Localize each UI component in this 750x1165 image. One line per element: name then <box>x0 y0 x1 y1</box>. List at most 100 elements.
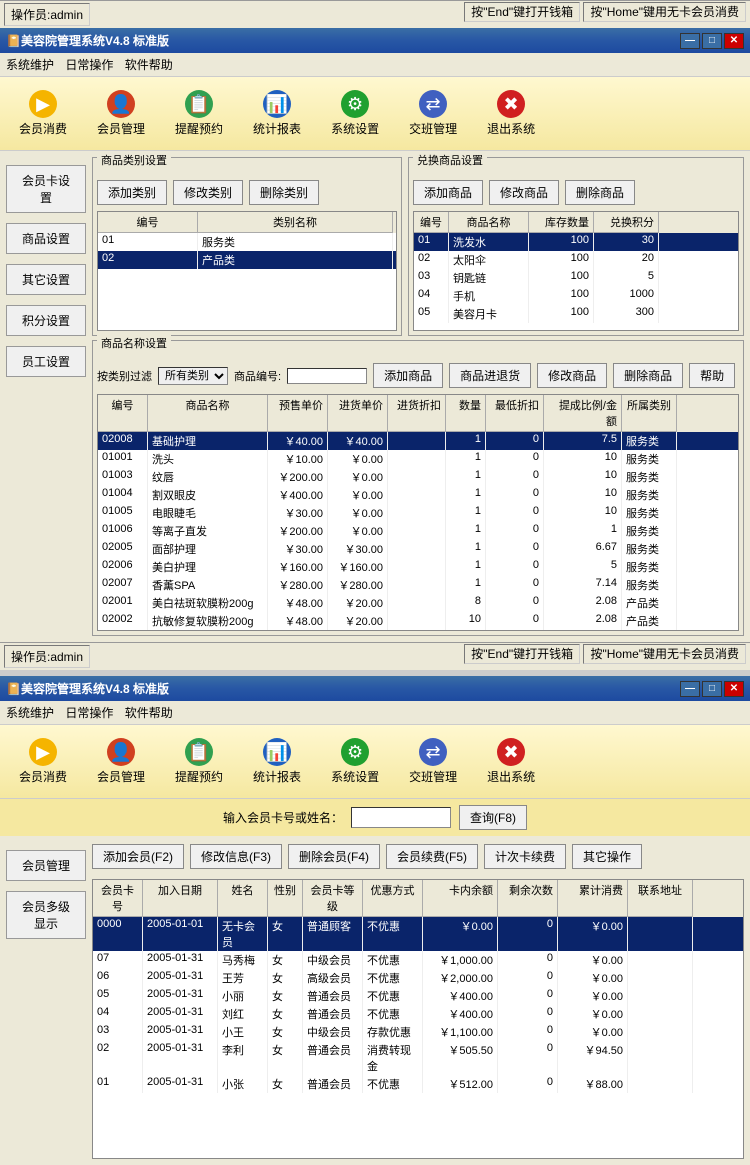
action-计次卡续费[interactable]: 计次卡续费 <box>484 844 566 869</box>
toolbar-提醒预约[interactable]: 📋提醒预约 <box>166 85 232 142</box>
col-header[interactable]: 会员卡号 <box>93 880 143 917</box>
delete-exchange-button[interactable]: 删除商品 <box>565 180 635 205</box>
table-row[interactable]: 02太阳伞10020 <box>414 251 738 269</box>
table-row[interactable]: 072005-01-31马秀梅女中级会员不优惠￥1,000.000￥0.00 <box>93 951 743 969</box>
side-商品设置[interactable]: 商品设置 <box>6 223 86 254</box>
table-row[interactable]: 032005-01-31小王女中级会员存款优惠￥1,100.000￥0.00 <box>93 1023 743 1041</box>
exchange-grid[interactable]: 编号商品名称库存数量兑换积分01洗发水1003002太阳伞1002003钥匙链1… <box>413 211 739 331</box>
action-添加会员(F2)[interactable]: 添加会员(F2) <box>92 844 184 869</box>
col-header[interactable]: 剩余次数 <box>498 880 558 917</box>
toolbar-退出系统[interactable]: ✖退出系统 <box>478 85 544 142</box>
delete-category-button[interactable]: 删除类别 <box>249 180 319 205</box>
col-header[interactable]: 性别 <box>268 880 303 917</box>
col-header[interactable]: 兑换积分 <box>594 212 659 233</box>
close-button-2[interactable]: ✕ <box>724 681 744 697</box>
table-row[interactable]: 02007香薰SPA￥280.00￥280.00107.14服务类 <box>98 576 738 594</box>
toolbar-会员消费[interactable]: ▶会员消费 <box>10 85 76 142</box>
side-积分设置[interactable]: 积分设置 <box>6 305 86 336</box>
toolbar-会员管理[interactable]: 👤会员管理 <box>88 733 154 790</box>
table-row[interactable]: 01洗发水10030 <box>414 233 738 251</box>
table-row[interactable]: 02008基础护理￥40.00￥40.00107.5服务类 <box>98 432 738 450</box>
menu-daily-2[interactable]: 日常操作 <box>65 704 113 721</box>
edit-category-button[interactable]: 修改类别 <box>173 180 243 205</box>
col-header[interactable]: 优惠方式 <box>363 880 423 917</box>
table-row[interactable]: 01006等离子直发￥200.00￥0.00101服务类 <box>98 522 738 540</box>
toolbar-会员消费[interactable]: ▶会员消费 <box>10 733 76 790</box>
action-修改信息(F3)[interactable]: 修改信息(F3) <box>190 844 282 869</box>
add-exchange-button[interactable]: 添加商品 <box>413 180 483 205</box>
table-row[interactable]: 05美容月卡100300 <box>414 305 738 323</box>
query-button[interactable]: 查询(F8) <box>459 805 527 830</box>
toolbar-统计报表[interactable]: 📊统计报表 <box>244 733 310 790</box>
table-row[interactable]: 02产品类 <box>98 251 396 269</box>
side-会员卡设置[interactable]: 会员卡设置 <box>6 165 86 213</box>
col-header[interactable]: 姓名 <box>218 880 268 917</box>
action-删除会员(F4)[interactable]: 删除会员(F4) <box>288 844 380 869</box>
toolbar-交班管理[interactable]: ⇄交班管理 <box>400 85 466 142</box>
help-button[interactable]: 帮助 <box>689 363 735 388</box>
action-会员续费(F5)[interactable]: 会员续费(F5) <box>386 844 478 869</box>
col-header[interactable]: 会员卡等级 <box>303 880 363 917</box>
add-product-button[interactable]: 添加商品 <box>373 363 443 388</box>
side-其它设置[interactable]: 其它设置 <box>6 264 86 295</box>
col-header[interactable]: 联系地址 <box>628 880 693 917</box>
table-row[interactable]: 01001洗头￥10.00￥0.001010服务类 <box>98 450 738 468</box>
col-header[interactable]: 进货折扣 <box>388 395 446 432</box>
action-其它操作[interactable]: 其它操作 <box>572 844 642 869</box>
table-row[interactable]: 02001美白祛斑软膜粉200g￥48.00￥20.00802.08产品类 <box>98 594 738 612</box>
table-row[interactable]: 02005面部护理￥30.00￥30.00106.67服务类 <box>98 540 738 558</box>
toolbar-提醒预约[interactable]: 📋提醒预约 <box>166 733 232 790</box>
category-grid[interactable]: 编号类别名称01服务类02产品类 <box>97 211 397 331</box>
col-header[interactable]: 数量 <box>446 395 486 432</box>
menu-system[interactable]: 系统维护 <box>6 56 54 73</box>
col-header[interactable]: 预售单价 <box>268 395 328 432</box>
side-员工设置[interactable]: 员工设置 <box>6 346 86 377</box>
table-row[interactable]: 062005-01-31王芳女高级会员不优惠￥2,000.000￥0.00 <box>93 969 743 987</box>
category-filter-select[interactable]: 所有类别 <box>158 367 228 385</box>
table-row[interactable]: 042005-01-31刘红女普通会员不优惠￥400.000￥0.00 <box>93 1005 743 1023</box>
delete-product-button[interactable]: 删除商品 <box>613 363 683 388</box>
product-grid[interactable]: 编号商品名称预售单价进货单价进货折扣数量最低折扣提成比例/金额所属类别02008… <box>97 394 739 631</box>
member-grid[interactable]: 会员卡号加入日期姓名性别会员卡等级优惠方式卡内余额剩余次数累计消费联系地址000… <box>92 879 744 1159</box>
col-header[interactable]: 商品名称 <box>449 212 529 233</box>
close-button[interactable]: ✕ <box>724 33 744 49</box>
product-stock-button[interactable]: 商品进退货 <box>449 363 531 388</box>
toolbar-退出系统[interactable]: ✖退出系统 <box>478 733 544 790</box>
member-search-input[interactable] <box>351 807 451 828</box>
toolbar-系统设置[interactable]: ⚙系统设置 <box>322 85 388 142</box>
edit-exchange-button[interactable]: 修改商品 <box>489 180 559 205</box>
table-row[interactable]: 02002抗敏修复软膜粉200g￥48.00￥20.001002.08产品类 <box>98 612 738 630</box>
minimize-button-2[interactable]: — <box>680 681 700 697</box>
table-row[interactable]: 04手机1001000 <box>414 287 738 305</box>
col-header[interactable]: 加入日期 <box>143 880 218 917</box>
toolbar-统计报表[interactable]: 📊统计报表 <box>244 85 310 142</box>
col-header[interactable]: 最低折扣 <box>486 395 544 432</box>
col-header[interactable]: 编号 <box>414 212 449 233</box>
toolbar-会员管理[interactable]: 👤会员管理 <box>88 85 154 142</box>
table-row[interactable]: 052005-01-31小丽女普通会员不优惠￥400.000￥0.00 <box>93 987 743 1005</box>
table-row[interactable]: 02006美白护理￥160.00￥160.00105服务类 <box>98 558 738 576</box>
toolbar-交班管理[interactable]: ⇄交班管理 <box>400 733 466 790</box>
table-row[interactable]: 022005-01-31李利女普通会员消费转现金￥505.500￥94.50 <box>93 1041 743 1075</box>
col-header[interactable]: 提成比例/金额 <box>544 395 622 432</box>
table-row[interactable]: 03钥匙链1005 <box>414 269 738 287</box>
table-row[interactable]: 01服务类 <box>98 233 396 251</box>
minimize-button[interactable]: — <box>680 33 700 49</box>
col-header[interactable]: 编号 <box>98 395 148 432</box>
col-header[interactable]: 编号 <box>98 212 198 233</box>
col-header[interactable]: 库存数量 <box>529 212 594 233</box>
table-row[interactable]: 01003纹唇￥200.00￥0.001010服务类 <box>98 468 738 486</box>
menu-system-2[interactable]: 系统维护 <box>6 704 54 721</box>
menu-daily[interactable]: 日常操作 <box>65 56 113 73</box>
table-row[interactable]: 012005-01-31小张女普通会员不优惠￥512.000￥88.00 <box>93 1075 743 1093</box>
maximize-button[interactable]: □ <box>702 33 722 49</box>
col-header[interactable]: 进货单价 <box>328 395 388 432</box>
col-header[interactable]: 卡内余额 <box>423 880 498 917</box>
col-header[interactable]: 商品名称 <box>148 395 268 432</box>
maximize-button-2[interactable]: □ <box>702 681 722 697</box>
table-row[interactable]: 01005电眼睫毛￥30.00￥0.001010服务类 <box>98 504 738 522</box>
side-会员管理[interactable]: 会员管理 <box>6 850 86 881</box>
side-会员多级显示[interactable]: 会员多级显示 <box>6 891 86 939</box>
add-category-button[interactable]: 添加类别 <box>97 180 167 205</box>
menu-help-2[interactable]: 软件帮助 <box>125 704 173 721</box>
